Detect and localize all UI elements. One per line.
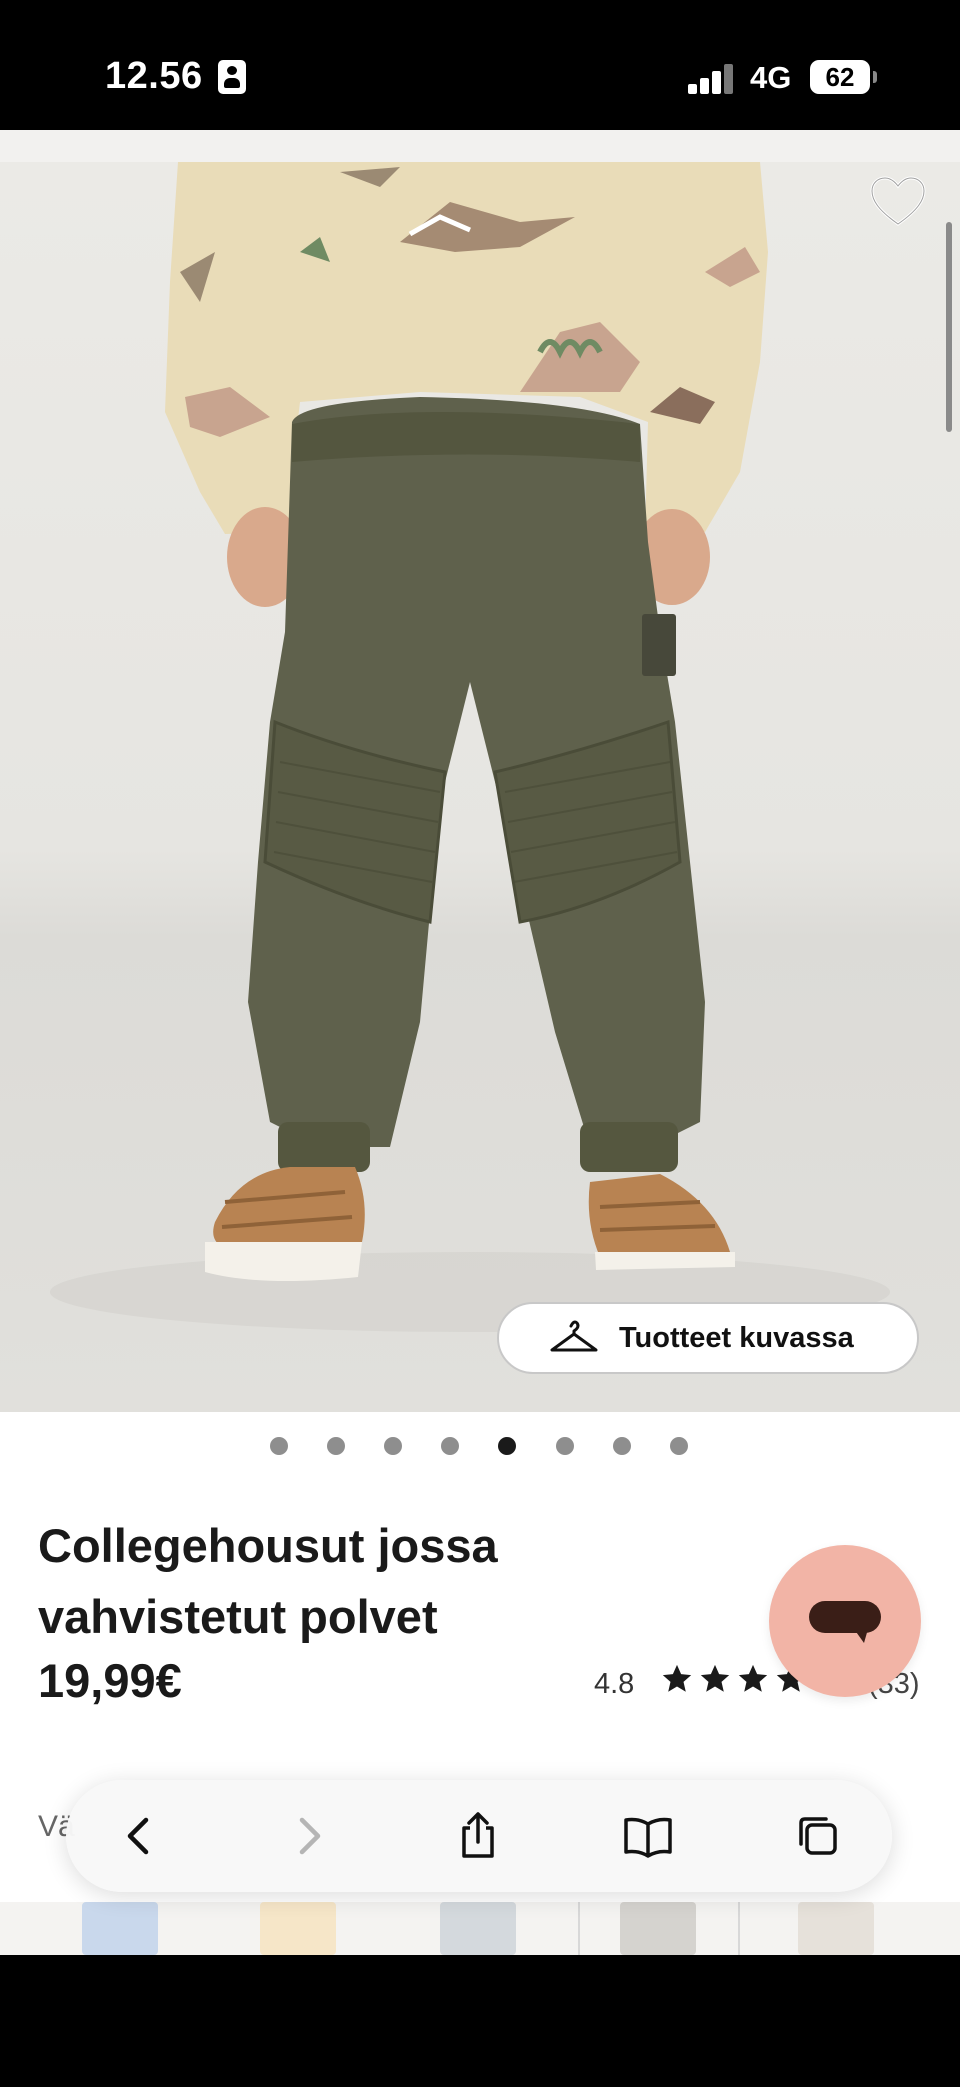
tabs-icon — [799, 1817, 837, 1855]
browser-toolbar — [66, 1780, 892, 1892]
carousel-indicator[interactable] — [0, 1432, 960, 1462]
color-thumbnail[interactable] — [260, 1902, 336, 1955]
carousel-dot[interactable] — [613, 1437, 631, 1455]
products-in-image-button[interactable]: Tuotteet kuvassa — [497, 1302, 919, 1374]
carousel-dot[interactable] — [327, 1437, 345, 1455]
carousel-dot-active[interactable] — [498, 1437, 516, 1455]
color-thumbnails[interactable] — [0, 1902, 960, 1955]
carousel-dot[interactable] — [384, 1437, 402, 1455]
products-in-image-label: Tuotteet kuvassa — [619, 1321, 854, 1354]
back-button[interactable] — [110, 1806, 170, 1866]
chevron-right-icon — [299, 1817, 321, 1855]
product-page: Tuotteet kuvassa Collegehousut jossa vah… — [0, 130, 960, 1955]
chevron-left-icon — [127, 1817, 149, 1855]
bookmarks-button[interactable] — [618, 1806, 678, 1866]
product-price: 19,99€ — [38, 1654, 182, 1707]
rating-value[interactable]: 4.8 — [594, 1668, 634, 1701]
star-icon — [700, 1664, 730, 1692]
chat-button[interactable] — [769, 1545, 921, 1697]
carousel-dot[interactable] — [441, 1437, 459, 1455]
color-thumbnail[interactable] — [620, 1902, 696, 1955]
heart-outline-icon — [870, 176, 926, 226]
status-bar: 12.56 4G 62 — [0, 0, 960, 130]
color-thumbnail[interactable] — [798, 1902, 874, 1955]
carousel-dot[interactable] — [670, 1437, 688, 1455]
contact-card-icon — [218, 60, 246, 94]
tabs-button[interactable] — [788, 1806, 848, 1866]
product-title: Collegehousut jossa vahvistetut polvet — [38, 1519, 498, 1643]
header-strip — [0, 130, 960, 163]
battery-icon: 62 — [810, 60, 877, 94]
cell-signal-icon — [688, 62, 736, 94]
carousel-dot[interactable] — [556, 1437, 574, 1455]
network-type: 4G — [750, 60, 792, 95]
carousel-dot[interactable] — [270, 1437, 288, 1455]
hanger-icon — [550, 1320, 598, 1352]
star-icon — [662, 1664, 692, 1692]
color-thumbnail[interactable] — [82, 1902, 158, 1955]
product-photo — [50, 162, 890, 1332]
color-thumbnail[interactable] — [440, 1902, 516, 1955]
status-time: 12.56 — [105, 55, 203, 97]
chat-bubble-icon — [809, 1601, 881, 1633]
product-image[interactable]: Tuotteet kuvassa — [0, 162, 960, 1412]
home-indicator-area — [0, 1955, 960, 2087]
share-button[interactable] — [448, 1806, 508, 1866]
forward-button[interactable] — [278, 1806, 338, 1866]
star-icon — [738, 1664, 768, 1692]
scrollbar[interactable] — [946, 222, 952, 432]
book-icon — [624, 1817, 672, 1858]
favorite-button[interactable] — [868, 174, 928, 230]
share-icon — [462, 1812, 494, 1858]
